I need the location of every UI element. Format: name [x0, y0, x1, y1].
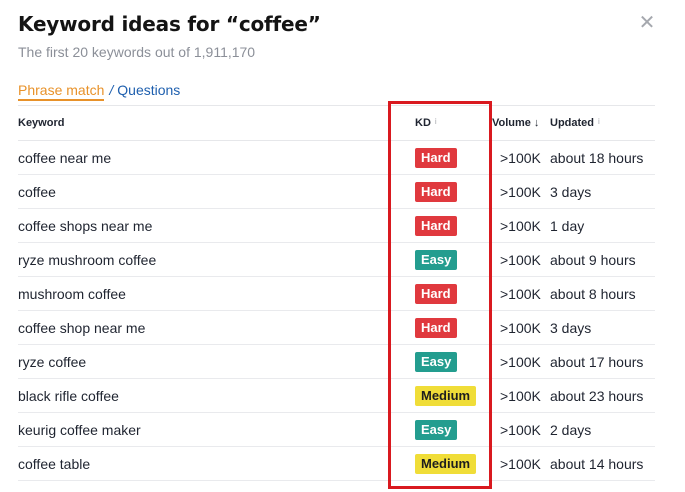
keyword-cell[interactable]: coffee [18, 174, 396, 209]
tab-bar: Phrase match / Questions [18, 82, 180, 101]
keyword-cell[interactable]: black rifle coffee [18, 378, 396, 413]
tab-phrase-match[interactable]: Phrase match [18, 82, 105, 101]
keyword-header-label: Keyword [18, 117, 65, 129]
keyword-cell[interactable]: ryze coffee [18, 344, 396, 379]
kd-badge: Easy [415, 249, 458, 270]
table-row[interactable]: coffee shop near me Hard >100K 3 days [18, 310, 655, 345]
column-header-kd[interactable]: KD i [396, 106, 489, 141]
tab-separator: / [109, 82, 114, 98]
kd-badge: Hard [415, 147, 457, 168]
updated-cell: about 9 hours [550, 242, 655, 277]
close-icon[interactable]: ✕ [636, 12, 658, 34]
kd-info-icon[interactable]: i [435, 117, 437, 126]
volume-cell: >100K [489, 446, 550, 481]
updated-cell: about 14 hours [550, 446, 655, 481]
table-row[interactable]: mushroom coffee Hard >100K about 8 hours [18, 276, 655, 311]
table-row[interactable]: black rifle coffee Medium >100K about 23… [18, 378, 655, 413]
column-header-volume[interactable]: Volume ↓ [489, 106, 550, 141]
volume-cell: >100K [489, 208, 550, 243]
volume-cell: >100K [489, 242, 550, 277]
keyword-cell[interactable]: coffee shop near me [18, 310, 396, 345]
keyword-cell[interactable]: keurig coffee maker [18, 412, 396, 447]
volume-cell: >100K [489, 344, 550, 379]
kd-cell: Hard [396, 140, 489, 175]
keyword-cell[interactable]: coffee shops near me [18, 208, 396, 243]
kd-badge: Hard [415, 215, 457, 236]
kd-badge: Hard [415, 317, 457, 338]
kd-badge: Hard [415, 181, 457, 202]
kd-badge: Easy [415, 419, 458, 440]
table-row[interactable]: coffee shops near me Hard >100K 1 day [18, 208, 655, 243]
table-row[interactable]: coffee Hard >100K 3 days [18, 174, 655, 209]
kd-badge: Medium [415, 453, 477, 474]
kd-badge: Hard [415, 283, 457, 304]
keyword-cell[interactable]: coffee near me [18, 140, 396, 175]
keyword-cell[interactable]: ryze mushroom coffee [18, 242, 396, 277]
column-header-keyword[interactable]: Keyword [18, 106, 396, 141]
updated-cell: about 18 hours [550, 140, 655, 175]
updated-cell: 3 days [550, 174, 655, 209]
updated-info-icon[interactable]: i [598, 117, 600, 126]
kd-cell: Easy [396, 242, 489, 277]
volume-cell: >100K [489, 140, 550, 175]
column-header-updated[interactable]: Updated i [550, 106, 655, 141]
kd-badge: Easy [415, 351, 458, 372]
keyword-cell[interactable]: mushroom coffee [18, 276, 396, 311]
volume-cell: >100K [489, 378, 550, 413]
sort-down-icon[interactable]: ↓ [534, 117, 540, 129]
table-row[interactable]: coffee table Medium >100K about 14 hours [18, 446, 655, 481]
volume-cell: >100K [489, 276, 550, 311]
kd-cell: Hard [396, 208, 489, 243]
volume-cell: >100K [489, 174, 550, 209]
table-header-row: Keyword KD i Volume ↓ Updated i [18, 106, 655, 141]
kd-cell: Hard [396, 174, 489, 209]
updated-header-label: Updated [550, 117, 594, 129]
updated-cell: 3 days [550, 310, 655, 345]
kd-header-label: KD [415, 117, 431, 129]
dialog-subtitle: The first 20 keywords out of 1,911,170 [18, 44, 256, 60]
keyword-table: Keyword KD i Volume ↓ Updated i coffee near… [18, 106, 655, 481]
updated-cell: 1 day [550, 208, 655, 243]
updated-cell: about 23 hours [550, 378, 655, 413]
volume-cell: >100K [489, 412, 550, 447]
volume-cell: >100K [489, 310, 550, 345]
tab-questions[interactable]: Questions [117, 82, 180, 98]
updated-cell: about 17 hours [550, 344, 655, 379]
kd-cell: Easy [396, 344, 489, 379]
volume-header-label: Volume [492, 117, 531, 129]
table-row[interactable]: keurig coffee maker Easy >100K 2 days [18, 412, 655, 447]
table-row[interactable]: ryze mushroom coffee Easy >100K about 9 … [18, 242, 655, 277]
table-row[interactable]: ryze coffee Easy >100K about 17 hours [18, 344, 655, 379]
kd-cell: Medium [396, 446, 489, 481]
kd-cell: Medium [396, 378, 489, 413]
kd-badge: Medium [415, 385, 477, 406]
updated-cell: about 8 hours [550, 276, 655, 311]
table-row[interactable]: coffee near me Hard >100K about 18 hours [18, 140, 655, 175]
dialog-title: Keyword ideas for “coffee” [18, 12, 321, 36]
keyword-cell[interactable]: coffee table [18, 446, 396, 481]
kd-cell: Hard [396, 310, 489, 345]
updated-cell: 2 days [550, 412, 655, 447]
kd-cell: Hard [396, 276, 489, 311]
kd-cell: Easy [396, 412, 489, 447]
